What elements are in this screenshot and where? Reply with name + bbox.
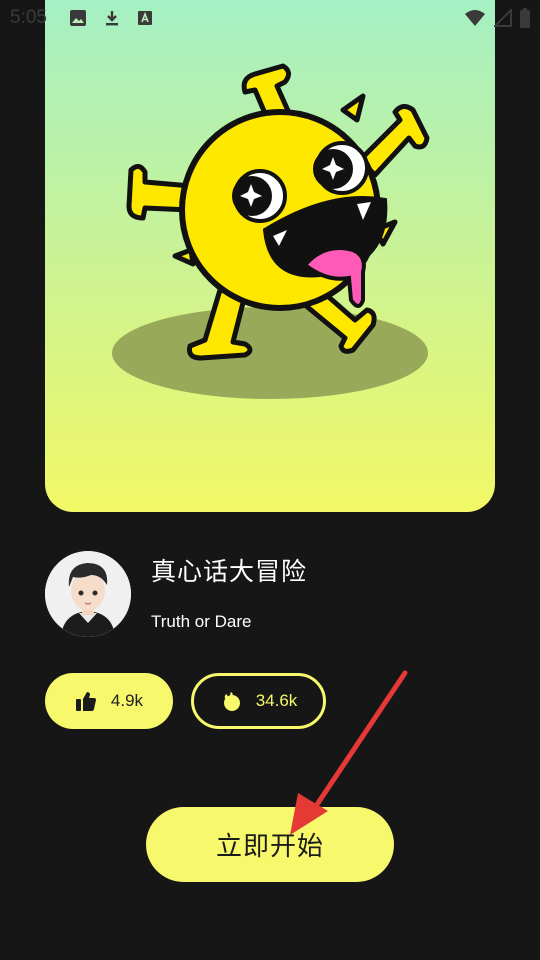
- download-icon: [105, 11, 118, 26]
- status-bar: 5:05: [0, 0, 540, 36]
- battery-icon: [520, 8, 530, 28]
- thumbs-up-icon: [75, 692, 96, 711]
- wifi-icon: [465, 10, 485, 26]
- virus-mascot-illustration: [112, 63, 430, 399]
- start-button[interactable]: 立即开始: [146, 807, 394, 882]
- likes-count: 4.9k: [110, 691, 144, 710]
- image-icon: [69, 10, 86, 26]
- status-system-icons: [464, 0, 530, 36]
- signal-icon: [494, 9, 512, 27]
- views-count: 34.6k: [255, 691, 298, 710]
- status-time: 5:05: [10, 7, 47, 28]
- avatar[interactable]: [45, 551, 131, 637]
- likes-button[interactable]: 4.9k: [45, 673, 173, 729]
- app-subtitle: Truth or Dare: [151, 612, 252, 631]
- views-button[interactable]: 34.6k: [191, 673, 326, 729]
- app-title: 真心话大冒险: [151, 557, 308, 586]
- avatar-portrait: [45, 551, 131, 637]
- font-icon: [137, 11, 152, 25]
- hot-icon: [223, 692, 240, 711]
- hero-card: [45, 0, 495, 512]
- status-notification-icons: [69, 9, 153, 27]
